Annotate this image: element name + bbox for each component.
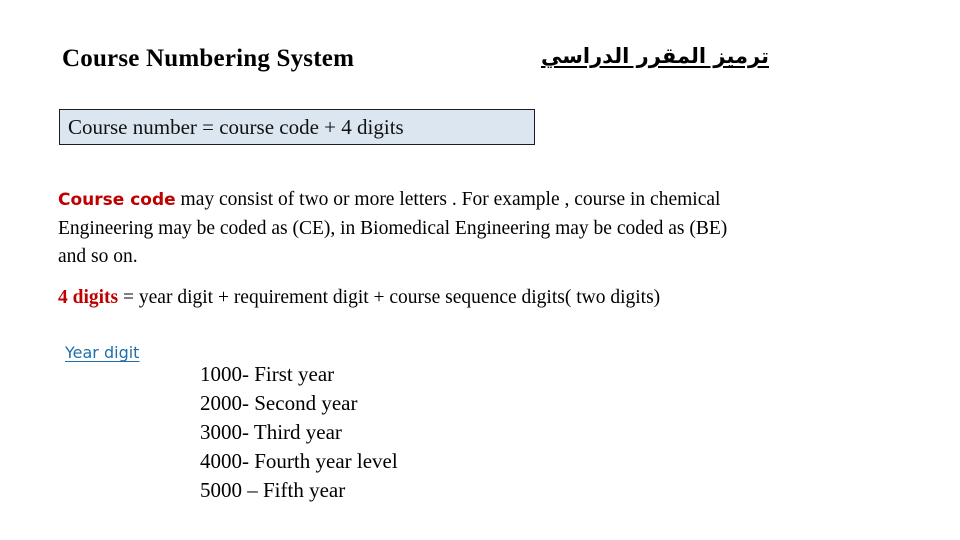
definition-box-text: Course number = course code + 4 digits [68,115,404,139]
body-line-4: 4 digits = year digit + requirement digi… [58,284,918,313]
list-item: 2000- Second year [200,391,358,415]
body-line-2: Engineering may be coded as (CE), in Bio… [58,217,728,239]
list-item: 5000 – Fifth year [200,478,346,502]
keyword-four-digits: 4 digits [58,286,119,308]
body-line-3: and so on. [58,246,138,267]
slide-canvas: Course Numbering System ترميز المقرر الد… [0,0,960,540]
page-title-arabic: ترميز المقرر الدراسي [540,44,770,68]
body-text-block: Course code may consist of two or more l… [58,186,918,312]
keyword-course-code: Course code [58,190,176,210]
definition-box: Course number = course code + 4 digits [59,109,535,145]
page-title-english: Course Numbering System [62,45,355,72]
body-line-1: Course code may consist of two or more l… [58,186,918,215]
list-item: 4000- Fourth year level [200,449,398,473]
body-line-4-rest: = year digit + requirement digit + cours… [118,286,661,308]
year-digit-list: 1000- First year 2000- Second year 3000-… [200,360,540,505]
body-line-1-rest: may consist of two or more letters . For… [175,189,721,210]
list-item: 3000- Third year [200,420,342,444]
year-digit-link[interactable]: Year digit [65,342,139,364]
list-item: 1000- First year [200,362,335,386]
